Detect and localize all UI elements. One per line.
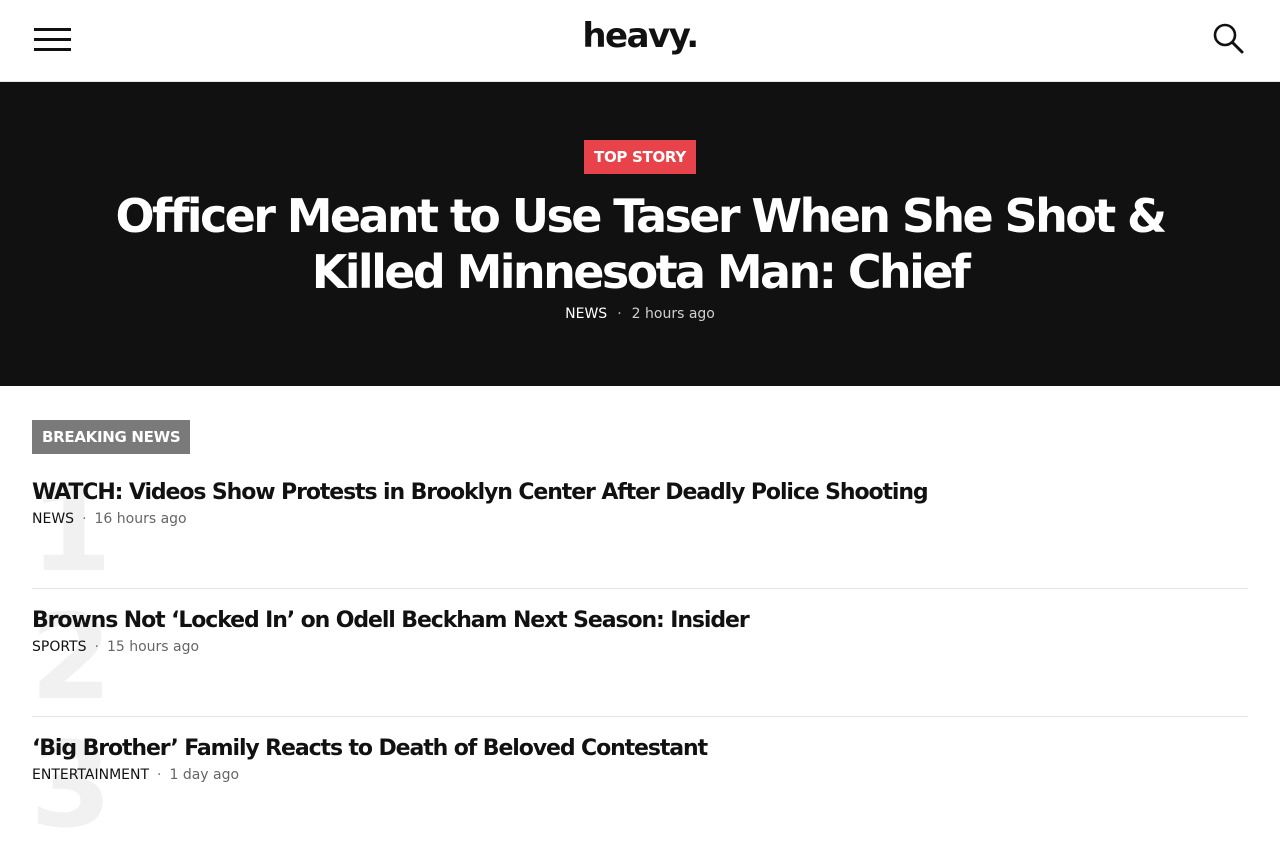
top-story-badge: TOP STORY: [584, 140, 696, 174]
breaking-news-badge: BREAKING NEWS: [32, 420, 191, 454]
list-item: 1 WATCH: Videos Show Protests in Brookly…: [32, 476, 1248, 589]
list-item: 3 ‘Big Brother’ Family Reacts to Death o…: [32, 732, 1248, 844]
top-story-meta: NEWS · 2 hours ago: [0, 306, 1280, 322]
article-time: 16 hours ago: [94, 511, 187, 527]
list-item: 2 Browns Not ‘Locked In’ on Odell Beckha…: [32, 604, 1248, 717]
article-category[interactable]: ENTERTAINMENT: [32, 767, 149, 783]
search-icon[interactable]: [1212, 22, 1246, 56]
top-story-time: 2 hours ago: [631, 306, 715, 322]
article-time: 1 day ago: [169, 767, 240, 783]
article-category[interactable]: NEWS: [32, 511, 74, 527]
article-headline[interactable]: Browns Not ‘Locked In’ on Odell Beckham …: [32, 604, 1248, 636]
breaking-news-section: BREAKING NEWS 1 WATCH: Videos Show Prote…: [0, 386, 1280, 844]
article-meta: NEWS · 16 hours ago: [32, 511, 1248, 527]
article-meta: SPORTS · 15 hours ago: [32, 639, 1248, 655]
article-headline[interactable]: ‘Big Brother’ Family Reacts to Death of …: [32, 732, 1248, 764]
site-header: heavy.: [0, 0, 1280, 82]
meta-separator: ·: [94, 639, 99, 655]
article-time: 15 hours ago: [106, 639, 200, 655]
site-logo[interactable]: heavy.: [0, 16, 1280, 56]
top-story-hero: TOP STORY Officer Meant to Use Taser Whe…: [0, 82, 1280, 386]
top-story-headline[interactable]: Officer Meant to Use Taser When She Shot…: [50, 188, 1230, 300]
meta-separator: ·: [82, 511, 87, 527]
meta-separator: ·: [617, 306, 622, 322]
article-headline[interactable]: WATCH: Videos Show Protests in Brooklyn …: [32, 476, 1248, 508]
article-meta: ENTERTAINMENT · 1 day ago: [32, 767, 1248, 783]
breaking-news-list: 1 WATCH: Videos Show Protests in Brookly…: [32, 476, 1248, 844]
top-story-category[interactable]: NEWS: [565, 306, 607, 322]
meta-separator: ·: [157, 767, 162, 783]
article-category[interactable]: SPORTS: [32, 639, 87, 655]
